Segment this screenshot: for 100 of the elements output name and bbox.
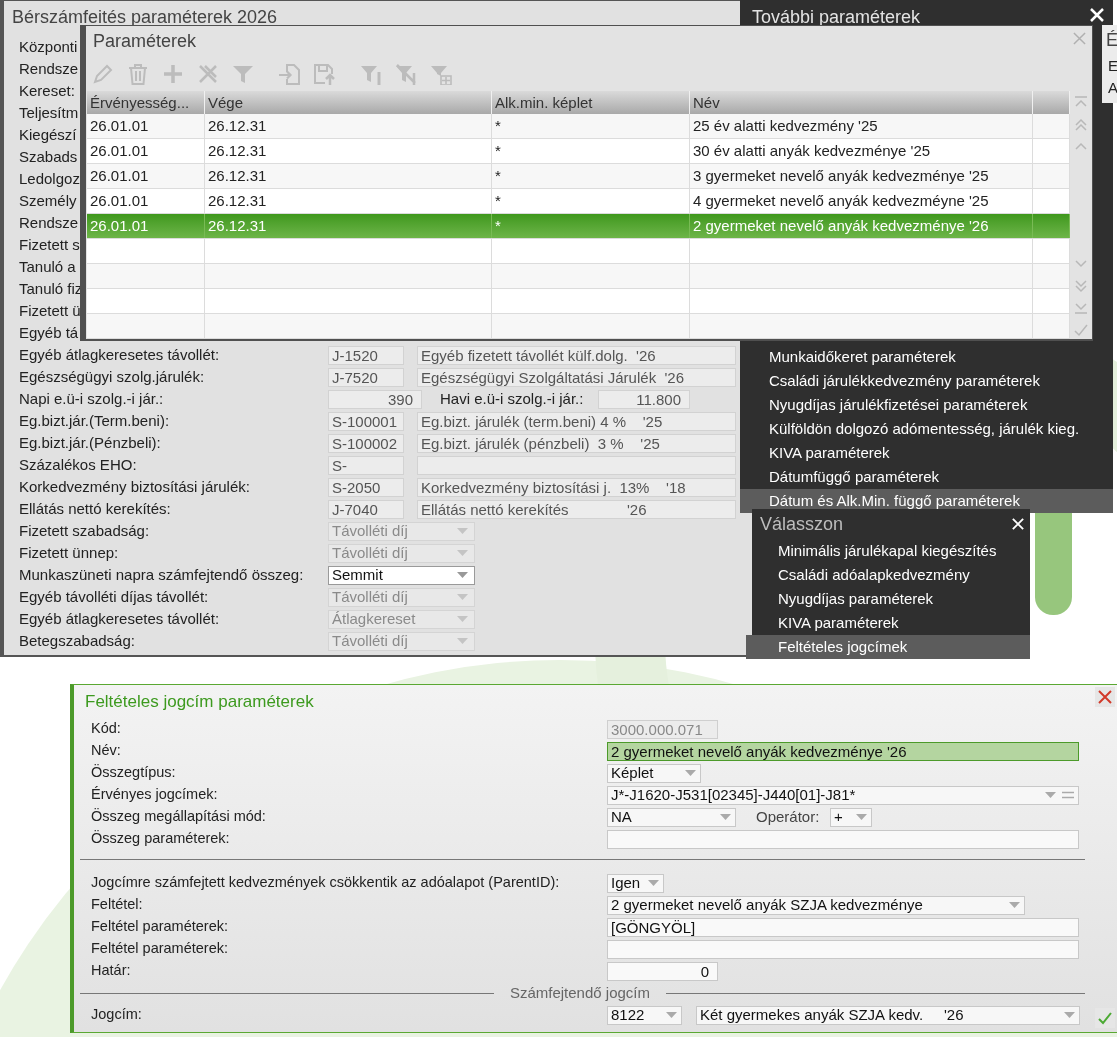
table-cell: 26.01.01 (87, 114, 205, 138)
amount-field[interactable]: 390 (328, 389, 422, 409)
field-label: Napi e.ü-i szolg.-i jár.: (19, 388, 165, 409)
table-row[interactable]: 26.01.01 26.12.31 * 25 év alatti kedvezmény '25 (87, 114, 1070, 139)
menu-item[interactable]: Nyugdíjas járulékfizetései paraméterek (740, 393, 1113, 417)
field-label: Feltétel paraméterek: (91, 917, 229, 937)
code-field[interactable]: S-2050 (328, 477, 404, 497)
code-field[interactable]: J-7040 (328, 499, 404, 519)
number-field[interactable]: 0 (607, 961, 718, 981)
field-label: Szabads (19, 146, 78, 167)
field-label: Fizetett s (19, 234, 80, 255)
table-cell: * (492, 214, 690, 238)
dropdown[interactable]: NA (607, 807, 736, 827)
dropdown[interactable]: + (830, 807, 872, 827)
table-cell: 26.12.31 (205, 164, 492, 188)
field-label: Határ: (91, 961, 132, 981)
menu-item[interactable]: Külföldön dolgozó adómentesség, járulék kieg. (740, 417, 1113, 441)
field-label: Feltétel: (91, 895, 144, 915)
popup-title: Válasszon (760, 512, 844, 536)
menu-item[interactable]: Munkaidőkeret paraméterek (740, 345, 1113, 369)
input-field[interactable] (607, 939, 1079, 959)
table-row[interactable]: 26.01.01 26.12.31 * 4 gyermeket nevelő anyák kedvezméyne '25 (87, 189, 1070, 214)
dropdown[interactable]: Képlet (607, 763, 701, 783)
checkmark-icon[interactable] (1073, 322, 1089, 337)
code-field[interactable]: S-100001 (328, 411, 404, 431)
table-cell: 26.01.01 (87, 139, 205, 163)
field-label: Összeg megállapítási mód: (91, 807, 267, 827)
description-field[interactable]: Egyéb fizetett távollét külf.dolg. '26 (417, 345, 736, 365)
double-chevron-down-icon[interactable] (1073, 278, 1089, 293)
menu-item[interactable]: Dátumfüggő paraméterek (740, 465, 1113, 489)
section-heading: Számfejtendő jogcím (508, 982, 651, 1003)
field-label: Rendsze (19, 212, 79, 233)
dropdown[interactable]: Igen (607, 873, 664, 893)
field-label: Kód: (91, 719, 122, 739)
window-title: É (1106, 29, 1117, 52)
menu-item[interactable]: Minimális járulékapal kiegészítés (752, 539, 1030, 563)
menu-item[interactable]: Feltételes jogcímek (746, 635, 1030, 659)
dropdown[interactable]: Semmit (328, 565, 475, 585)
field-label: Kiegészí (19, 124, 77, 145)
input-field[interactable]: [GÖNGYÖL] (607, 917, 1079, 937)
field-label: Korkedvezmény biztosítási járulék: (19, 476, 251, 497)
table-cell: * (492, 114, 690, 138)
caret-icon[interactable] (856, 814, 867, 820)
caret-icon[interactable] (666, 1012, 677, 1018)
description-field[interactable]: Ellátás nettó kerekítés '26 (417, 499, 736, 519)
field-label: Egyéb átlagkeresetes távollét: (19, 608, 221, 629)
field-label: Feltétel paraméterek: (91, 939, 229, 959)
menu-item[interactable]: Családi járulékkedvezmény paraméterek (740, 369, 1113, 393)
menu-item[interactable]: KIVA paraméterek (752, 611, 1030, 635)
input-field[interactable]: 2 gyermeket nevelő anyák kedvezménye '26 (607, 741, 1079, 761)
field-label: Fizetett ünnep: (19, 542, 120, 563)
field-label: Személy (19, 190, 77, 211)
field-label: E (1107, 56, 1117, 76)
description-field[interactable] (417, 455, 736, 475)
table-row[interactable]: 26.01.01 26.12.31 * 30 év alatti anyák kedvezménye '25 (87, 139, 1070, 164)
caret-icon[interactable] (685, 770, 696, 776)
chevron-bar-down-icon[interactable] (1073, 300, 1089, 315)
caret-icon[interactable] (720, 814, 731, 820)
amount-field[interactable]: 11.800 (598, 389, 690, 409)
menu-item[interactable]: Családi adóalapkedvezmény (752, 563, 1030, 587)
field-label: Ledolgoz (19, 168, 80, 189)
description-field[interactable]: Korkedvezmény biztosítási j. 13% '18 (417, 477, 736, 497)
dropdown[interactable]: 8122 (607, 1005, 682, 1025)
double-chevron-up-icon[interactable] (1073, 117, 1089, 132)
code-field[interactable]: J-1520 (328, 345, 404, 365)
field-label: Jogcímre számfejtett kedvezmények csökkentik az adóalapot (ParentID): (91, 873, 561, 893)
table-row[interactable]: 26.01.01 26.12.31 * 3 gyermeket nevelő anyák kedvezménye '25 (87, 164, 1070, 189)
menu-item[interactable]: Nyugdíjas paraméterek (752, 587, 1030, 611)
field-label: Központi (19, 36, 78, 57)
form-title: Feltételes jogcím paraméterek (85, 692, 314, 711)
equals-icon[interactable] (1062, 791, 1074, 799)
menu-item[interactable]: KIVA paraméterek (740, 441, 1113, 465)
table-cell: * (492, 139, 690, 163)
caret-icon[interactable] (648, 880, 659, 886)
description-field[interactable]: Egészségügyi Szolgáltatási Járulék '26 (417, 367, 736, 387)
description-field[interactable]: Eg.bizt. járulék (term.beni) 4 % '25 (417, 411, 736, 431)
field-label: Egyéb tá (19, 322, 79, 343)
table-cell: 26.12.31 (205, 139, 492, 163)
table-cell: 30 év alatti anyák kedvezménye '25 (690, 139, 1033, 163)
input-field[interactable] (607, 829, 1079, 849)
table-cell: 4 gyermeket nevelő anyák kedvezméyne '25 (690, 189, 1033, 213)
dropdown[interactable]: 2 gyermeket nevelő anyák SZJA kedvezménye (607, 895, 1025, 915)
code-field[interactable]: J-7520 (328, 367, 404, 387)
caret-icon[interactable] (1009, 902, 1020, 908)
dropdown[interactable]: Két gyermekes anyák SZJA kedv. '26 (696, 1005, 1080, 1025)
caret-icon[interactable] (1064, 1012, 1075, 1018)
caret-icon[interactable] (457, 572, 468, 578)
field-label: Rendsze (19, 58, 79, 79)
field-label: Betegszabadság: (19, 630, 136, 651)
field-label: Munkaszüneti napra számfejtendő összeg: (19, 564, 305, 585)
field-label: Érvényes jogcímek: (91, 785, 219, 805)
code-field[interactable]: S- (328, 455, 404, 475)
caret-icon[interactable] (1045, 792, 1056, 798)
dropdown[interactable]: J*-J1620-J531[02345]-J440[01]-J81* (607, 785, 1079, 805)
description-field[interactable]: Eg.bizt. járulék (pénzbeli) 3 % '25 (417, 433, 736, 453)
table-cell: 26.12.31 (205, 189, 492, 213)
table-cell: 26.01.01 (87, 214, 205, 238)
code-field[interactable]: S-100002 (328, 433, 404, 453)
field-label: Eg.bizt.jár.(Term.beni): (19, 410, 171, 431)
window-title: Paraméterek (93, 30, 197, 53)
